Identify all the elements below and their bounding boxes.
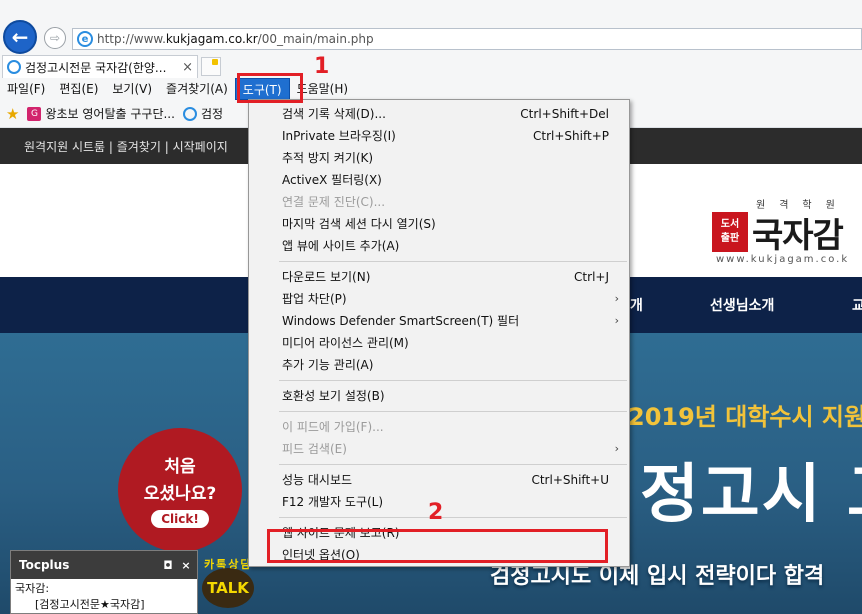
click-button[interactable]: Click! bbox=[151, 510, 209, 528]
nav-item[interactable]: 개 bbox=[630, 295, 643, 315]
tools-menu-item[interactable]: 앱 뷰에 사이트 추가(A) bbox=[249, 235, 629, 257]
tools-menu-item[interactable]: 성능 대시보드 Ctrl+Shift+U bbox=[249, 469, 629, 491]
ie-icon: e bbox=[77, 31, 93, 47]
menu-item-label: 미디어 라이선스 관리(M) bbox=[282, 336, 409, 350]
menu-item-label: 팝업 차단(P) bbox=[282, 292, 347, 306]
menu-item-label: F12 개발자 도구(L) bbox=[282, 495, 384, 509]
tools-menu-item[interactable]: 마지막 검색 세션 다시 열기(S) bbox=[249, 213, 629, 235]
arrow-right-icon: ⇨ bbox=[49, 31, 61, 45]
tocplus-chat-widget[interactable]: Tocplus ◘ × 국자감: [검정고시전문★국자감] bbox=[10, 550, 198, 614]
tools-menu-item[interactable]: 검색 기록 삭제(D)... Ctrl+Shift+Del bbox=[249, 103, 629, 125]
favorite-item[interactable]: 검정 bbox=[201, 105, 223, 122]
step-number-2: 2 bbox=[428, 500, 444, 525]
logo-url: www.kukjagam.co.k bbox=[716, 254, 850, 265]
banner-title: 정고시 고 bbox=[640, 458, 862, 532]
close-icon[interactable]: × bbox=[179, 559, 193, 572]
menu-item-label: InPrivate 브라우징(I) bbox=[282, 129, 396, 143]
logo-badge: 도서 출판 bbox=[712, 212, 748, 252]
favorite-site-icon: G bbox=[27, 106, 42, 121]
tab-title: 검정고시전문 국자감(한양... bbox=[25, 60, 167, 75]
tocplus-title: Tocplus bbox=[19, 558, 70, 572]
tools-menu-item[interactable]: 추가 기능 관리(A) bbox=[249, 354, 629, 376]
menu-item-shortcut: Ctrl+Shift+U bbox=[531, 473, 609, 487]
menu-separator bbox=[279, 464, 627, 465]
back-button[interactable]: ← bbox=[3, 20, 37, 54]
menu-item-label: Windows Defender SmartScreen(T) 필터 bbox=[282, 314, 520, 328]
banner-headline: 2019년 대학수시 지원 bbox=[628, 403, 862, 431]
menu-edit[interactable]: 편집(E) bbox=[52, 78, 105, 100]
highlight-box-internet-options bbox=[267, 529, 608, 563]
nav-item-teachers[interactable]: 선생님소개 bbox=[710, 295, 774, 315]
minimize-icon[interactable]: ◘ bbox=[161, 559, 175, 572]
step-number-1: 1 bbox=[314, 54, 330, 79]
tools-menu-item[interactable]: InPrivate 브라우징(I) Ctrl+Shift+P bbox=[249, 125, 629, 147]
menu-item-label: 마지막 검색 세션 다시 열기(S) bbox=[282, 217, 436, 231]
menu-item-label: 다운로드 보기(N) bbox=[282, 270, 371, 284]
menu-item-shortcut: Ctrl+J bbox=[574, 270, 609, 284]
tab-current[interactable]: 검정고시전문 국자감(한양... × bbox=[2, 55, 198, 78]
favorite-item[interactable]: 왕초보 영어탈출 구구단... bbox=[45, 105, 174, 122]
tools-menu-item[interactable]: ActiveX 필터링(X) bbox=[249, 169, 629, 191]
address-bar[interactable]: e http://www.kukjagam.co.kr/00_main/main… bbox=[72, 28, 862, 50]
tools-menu-dropdown: 검색 기록 삭제(D)... Ctrl+Shift+Del InPrivate 브라… bbox=[248, 99, 630, 567]
tools-menu-item: 연결 문제 진단(C)... bbox=[249, 191, 629, 213]
menu-separator bbox=[279, 380, 627, 381]
chevron-right-icon: › bbox=[614, 442, 619, 455]
menu-item-label: 호환성 보기 설정(B) bbox=[282, 389, 385, 403]
kakao-talk-button[interactable]: TALK bbox=[202, 568, 254, 608]
ie-icon bbox=[182, 106, 197, 121]
menu-item-label: 검색 기록 삭제(D)... bbox=[282, 107, 386, 121]
menu-separator bbox=[279, 261, 627, 262]
tools-menu-item[interactable]: 추적 방지 켜기(K) bbox=[249, 147, 629, 169]
tools-menu-item[interactable]: 다운로드 보기(N) Ctrl+J bbox=[249, 266, 629, 288]
tools-menu-item: 피드 검색(E) › bbox=[249, 438, 629, 460]
tocplus-line: [검정고시전문★국자감] bbox=[35, 598, 145, 611]
tools-menu-item: 이 피드에 가입(F)... bbox=[249, 416, 629, 438]
ie-icon bbox=[7, 60, 21, 74]
menu-item-shortcut: Ctrl+Shift+Del bbox=[520, 107, 609, 121]
menu-favorites[interactable]: 즐겨찾기(A) bbox=[159, 78, 235, 100]
menu-view[interactable]: 보기(V) bbox=[105, 78, 159, 100]
site-logo[interactable]: 국자감 bbox=[752, 208, 844, 257]
menu-item-label: ActiveX 필터링(X) bbox=[282, 173, 382, 187]
menu-item-label: 피드 검색(E) bbox=[282, 442, 347, 456]
chevron-right-icon: › bbox=[614, 314, 619, 327]
new-tab-button[interactable] bbox=[201, 57, 221, 76]
chevron-right-icon: › bbox=[614, 292, 619, 305]
address-url: http://www.kukjagam.co.kr/00_main/main.p… bbox=[97, 32, 374, 46]
arrow-left-icon: ← bbox=[11, 25, 29, 49]
forward-button[interactable]: ⇨ bbox=[44, 27, 66, 49]
menu-item-label: 연결 문제 진단(C)... bbox=[282, 195, 386, 209]
menu-item-label: 앱 뷰에 사이트 추가(A) bbox=[282, 239, 400, 253]
menu-item-label: 성능 대시보드 bbox=[282, 473, 353, 487]
menu-file[interactable]: 파일(F) bbox=[0, 78, 52, 100]
close-icon[interactable]: × bbox=[182, 60, 193, 75]
menu-bar: 파일(F) 편집(E) 보기(V) 즐겨찾기(A) 도구(T) 도움말(H) bbox=[0, 78, 862, 100]
menu-item-label: 이 피드에 가입(F)... bbox=[282, 420, 384, 434]
tools-menu-item[interactable]: 팝업 차단(P) › bbox=[249, 288, 629, 310]
menu-item-label: 추적 방지 켜기(K) bbox=[282, 151, 374, 165]
tools-menu-item[interactable]: Windows Defender SmartScreen(T) 필터 › bbox=[249, 310, 629, 332]
nav-item[interactable]: 교 bbox=[852, 295, 862, 315]
tools-menu-item[interactable]: 호환성 보기 설정(B) bbox=[249, 385, 629, 407]
menu-item-label: 추가 기능 관리(A) bbox=[282, 358, 374, 372]
star-icon[interactable]: ★ bbox=[6, 105, 19, 123]
menu-separator bbox=[279, 411, 627, 412]
tab-bar: 검정고시전문 국자감(한양... × bbox=[0, 55, 862, 79]
tocplus-line: 국자감: bbox=[15, 582, 50, 595]
first-visit-badge[interactable]: 처음 오셨나요? Click! bbox=[118, 428, 242, 552]
tools-menu-item[interactable]: 미디어 라이선스 관리(M) bbox=[249, 332, 629, 354]
menu-item-shortcut: Ctrl+Shift+P bbox=[533, 129, 609, 143]
highlight-box-tools bbox=[237, 73, 303, 103]
menu-separator bbox=[279, 517, 627, 518]
